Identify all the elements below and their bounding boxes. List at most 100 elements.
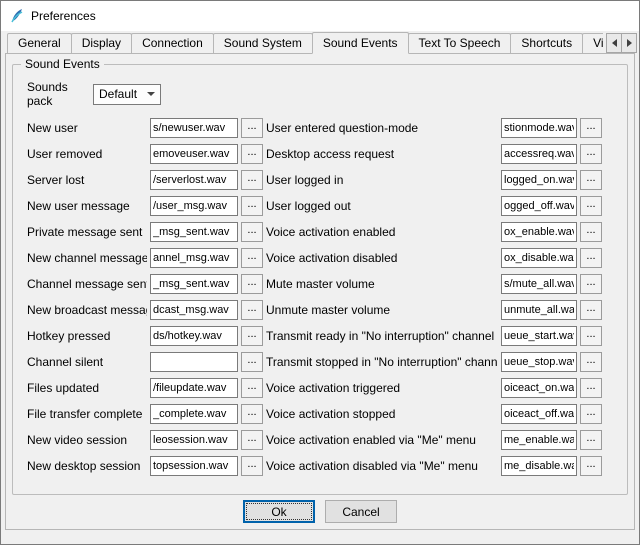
event-label: Voice activation enabled xyxy=(266,225,498,239)
event-label: Private message sent xyxy=(27,225,147,239)
event-label: Channel message sent xyxy=(27,277,147,291)
sound-file-input[interactable] xyxy=(501,144,577,164)
browse-button[interactable]: ... xyxy=(580,326,602,346)
event-label: Voice activation triggered xyxy=(266,381,498,395)
sound-file-input[interactable] xyxy=(150,326,238,346)
sound-file-input[interactable] xyxy=(150,404,238,424)
browse-button[interactable]: ... xyxy=(580,300,602,320)
sound-file-input[interactable] xyxy=(501,430,577,450)
event-label: New video session xyxy=(27,433,147,447)
sound-file-input[interactable] xyxy=(501,300,577,320)
sound-file-input[interactable] xyxy=(501,222,577,242)
browse-button[interactable]: ... xyxy=(580,404,602,424)
browse-button[interactable]: ... xyxy=(580,378,602,398)
browse-button[interactable]: ... xyxy=(241,404,263,424)
browse-button[interactable]: ... xyxy=(580,170,602,190)
browse-button[interactable]: ... xyxy=(241,118,263,138)
cancel-button[interactable]: Cancel xyxy=(325,500,397,523)
tab-sound-system[interactable]: Sound System xyxy=(213,33,313,53)
sound-file-input[interactable] xyxy=(501,196,577,216)
browse-button[interactable]: ... xyxy=(580,196,602,216)
event-label: New channel message xyxy=(27,251,147,265)
sound-file-input[interactable] xyxy=(150,300,238,320)
event-label: Files updated xyxy=(27,381,147,395)
browse-button[interactable]: ... xyxy=(580,352,602,372)
event-label: Voice activation disabled via "Me" menu xyxy=(266,459,498,473)
browse-button[interactable]: ... xyxy=(241,378,263,398)
event-label: Hotkey pressed xyxy=(27,329,147,343)
tab-text-to-speech[interactable]: Text To Speech xyxy=(408,33,512,53)
browse-button[interactable]: ... xyxy=(580,274,602,294)
browse-button[interactable]: ... xyxy=(580,456,602,476)
browse-button[interactable]: ... xyxy=(241,170,263,190)
event-label: File transfer complete xyxy=(27,407,147,421)
tab-general[interactable]: General xyxy=(7,33,72,53)
browse-button[interactable]: ... xyxy=(580,118,602,138)
sound-file-input[interactable] xyxy=(501,404,577,424)
browse-button[interactable]: ... xyxy=(580,222,602,242)
sound-file-input[interactable] xyxy=(150,430,238,450)
event-label: Transmit stopped in "No interruption" ch… xyxy=(266,355,498,369)
sound-file-input[interactable] xyxy=(150,118,238,138)
event-label: Mute master volume xyxy=(266,277,498,291)
sound-file-input[interactable] xyxy=(150,196,238,216)
chevron-down-icon xyxy=(147,92,155,96)
tab-scroll-right-button[interactable] xyxy=(621,33,637,53)
sound-file-input[interactable] xyxy=(501,456,577,476)
sound-events-grid: New user...User entered question-mode...… xyxy=(21,115,619,479)
sound-file-input[interactable] xyxy=(501,352,577,372)
event-label: New user message xyxy=(27,199,147,213)
tab-connection[interactable]: Connection xyxy=(131,33,214,53)
sound-file-input[interactable] xyxy=(150,222,238,242)
event-label: Desktop access request xyxy=(266,147,498,161)
app-icon xyxy=(9,8,25,24)
browse-button[interactable]: ... xyxy=(241,430,263,450)
sound-file-input[interactable] xyxy=(501,378,577,398)
browse-button[interactable]: ... xyxy=(580,248,602,268)
browse-button[interactable]: ... xyxy=(241,352,263,372)
browse-button[interactable]: ... xyxy=(241,248,263,268)
sound-events-group: Sound Events Sounds pack Default New use… xyxy=(12,64,628,495)
tab-bar: GeneralDisplayConnectionSound SystemSoun… xyxy=(1,31,639,53)
sound-file-input[interactable] xyxy=(501,248,577,268)
sound-file-input[interactable] xyxy=(150,456,238,476)
tab-display[interactable]: Display xyxy=(71,33,132,53)
sound-file-input[interactable] xyxy=(150,144,238,164)
event-label: New desktop session xyxy=(27,459,147,473)
event-label: Unmute master volume xyxy=(266,303,498,317)
sound-file-input[interactable] xyxy=(150,274,238,294)
sound-file-input[interactable] xyxy=(150,248,238,268)
browse-button[interactable]: ... xyxy=(241,222,263,242)
event-label: User entered question-mode xyxy=(266,121,498,135)
arrow-right-icon xyxy=(627,39,632,47)
event-label: User logged out xyxy=(266,199,498,213)
group-title: Sound Events xyxy=(21,57,104,71)
event-label: Voice activation disabled xyxy=(266,251,498,265)
sound-file-input[interactable] xyxy=(150,352,238,372)
event-label: New user xyxy=(27,121,147,135)
sounds-pack-select[interactable]: Default xyxy=(93,84,161,105)
arrow-left-icon xyxy=(612,39,617,47)
tab-shortcuts[interactable]: Shortcuts xyxy=(510,33,583,53)
browse-button[interactable]: ... xyxy=(580,430,602,450)
browse-button[interactable]: ... xyxy=(580,144,602,164)
tab-sound-events[interactable]: Sound Events xyxy=(312,32,409,54)
ok-button[interactable]: Ok xyxy=(243,500,315,523)
sound-file-input[interactable] xyxy=(150,378,238,398)
event-label: User removed xyxy=(27,147,147,161)
browse-button[interactable]: ... xyxy=(241,144,263,164)
sound-file-input[interactable] xyxy=(150,170,238,190)
browse-button[interactable]: ... xyxy=(241,300,263,320)
browse-button[interactable]: ... xyxy=(241,456,263,476)
tab-scroll-left-button[interactable] xyxy=(606,33,622,53)
tab-scroll-buttons xyxy=(603,31,637,53)
sound-file-input[interactable] xyxy=(501,118,577,138)
event-label: Server lost xyxy=(27,173,147,187)
browse-button[interactable]: ... xyxy=(241,326,263,346)
browse-button[interactable]: ... xyxy=(241,274,263,294)
browse-button[interactable]: ... xyxy=(241,196,263,216)
sound-file-input[interactable] xyxy=(501,274,577,294)
sound-file-input[interactable] xyxy=(501,170,577,190)
sound-file-input[interactable] xyxy=(501,326,577,346)
event-label: New broadcast message xyxy=(27,303,147,317)
